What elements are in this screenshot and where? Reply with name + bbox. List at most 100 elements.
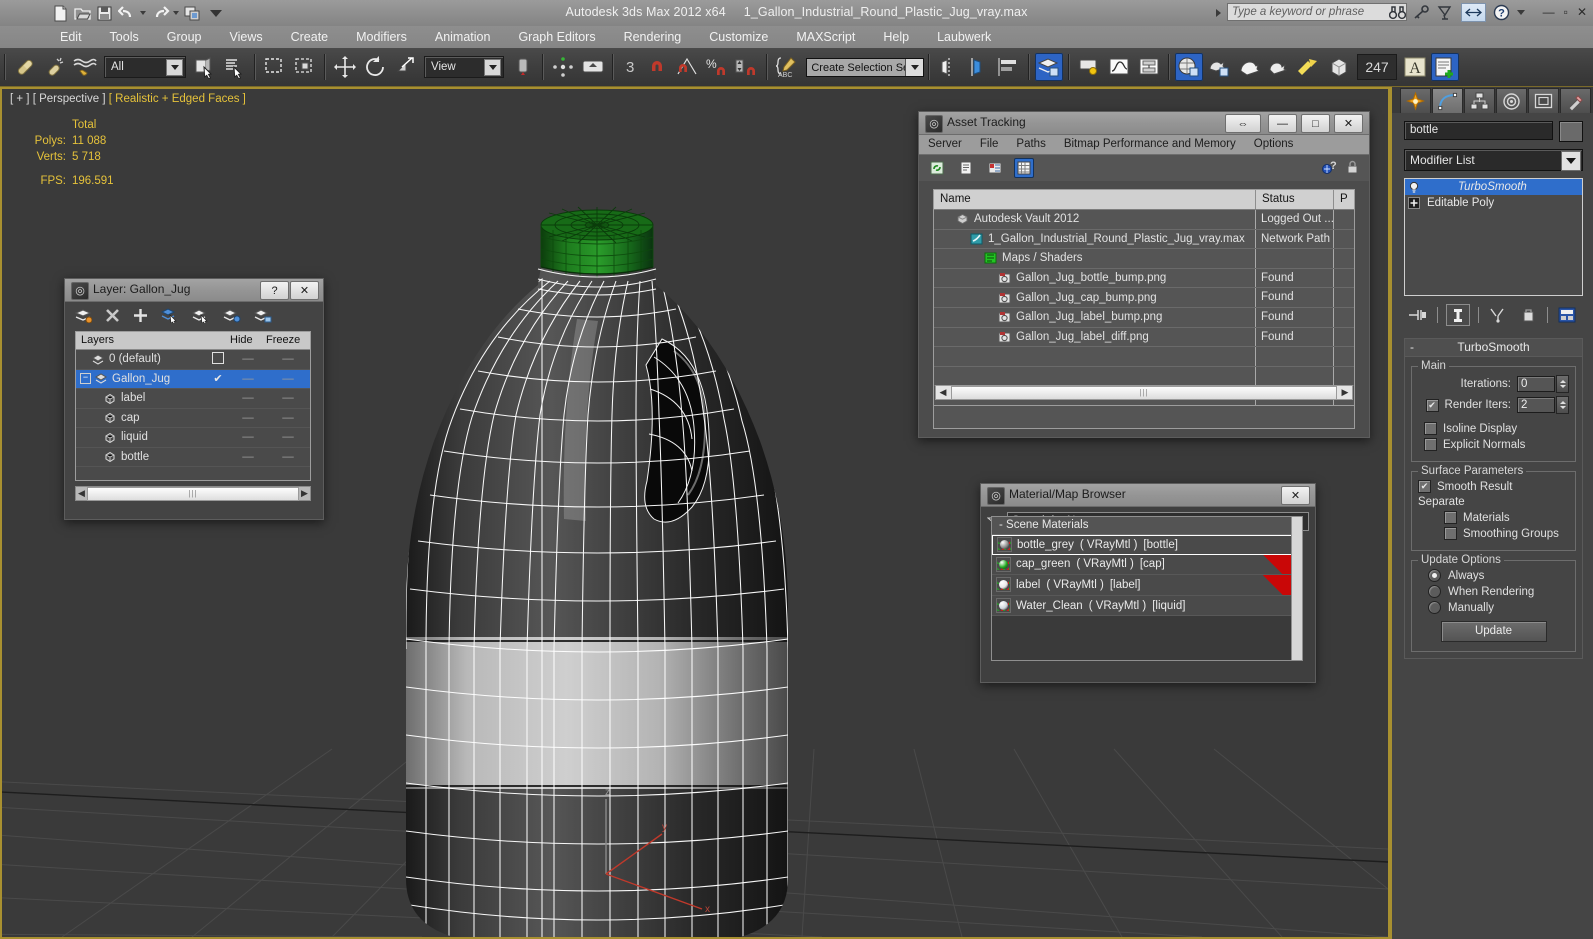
asset-row[interactable]: Autodesk Vault 2012 Logged Out ... xyxy=(934,210,1354,230)
asset-menu-file[interactable]: File xyxy=(971,135,1008,154)
list-view-icon[interactable] xyxy=(956,158,976,178)
smooth-result-row[interactable]: Smooth Result xyxy=(1418,480,1569,493)
iterations-value[interactable]: 0 xyxy=(1517,376,1555,392)
maximize-button[interactable]: ▫ xyxy=(1564,5,1568,19)
update-option-row[interactable]: Always xyxy=(1418,569,1569,582)
open-file-icon[interactable] xyxy=(74,5,91,22)
exchange-arrows-icon[interactable] xyxy=(1461,3,1486,22)
schematic-view-icon[interactable] xyxy=(1135,53,1163,81)
key-icon[interactable] xyxy=(1413,5,1430,20)
scroll-thumb[interactable]: ||| xyxy=(951,385,1337,400)
select-highlighted-objects-icon[interactable] xyxy=(192,308,210,323)
rectangular-selection-region-icon[interactable] xyxy=(261,53,289,81)
viewport-label-shading[interactable]: [ Realistic + Edged Faces ] xyxy=(109,93,246,105)
material-item[interactable]: Water_Clean ( VRayMtl ) [liquid] xyxy=(992,595,1293,617)
edit-named-selection-sets-icon[interactable]: ABC xyxy=(773,53,801,81)
menu-item-maxscript[interactable]: MAXScript xyxy=(782,26,869,48)
update-option-row[interactable]: When Rendering xyxy=(1418,585,1569,598)
reference-coordinate-system-combo[interactable]: View xyxy=(424,56,504,78)
select-and-scale-icon[interactable] xyxy=(391,53,419,81)
layer-active-marker[interactable]: ✔ xyxy=(206,372,230,385)
render-iters-spinner[interactable] xyxy=(1556,396,1569,414)
asset-menu-paths[interactable]: Paths xyxy=(1007,135,1054,154)
scroll-left-icon[interactable]: ◀ xyxy=(936,387,950,398)
scroll-thumb[interactable]: ||| xyxy=(87,486,299,501)
create-tab-icon[interactable] xyxy=(1400,88,1431,113)
redo-dropdown-icon[interactable] xyxy=(173,11,179,15)
curve-editor-icon[interactable] xyxy=(1105,53,1133,81)
layer-freeze-cell[interactable]: — xyxy=(266,412,310,424)
asset-tracking-minimize-button[interactable]: — xyxy=(1268,114,1297,133)
hierarchy-tab-icon[interactable] xyxy=(1464,88,1495,113)
scroll-right-icon[interactable]: ▶ xyxy=(1338,387,1352,398)
select-and-link-icon[interactable] xyxy=(11,53,39,81)
update-button[interactable]: Update xyxy=(1440,621,1547,642)
make-unique-icon[interactable] xyxy=(1487,305,1509,325)
layer-hide-cell[interactable]: — xyxy=(230,451,266,463)
search-binoculars-icon[interactable] xyxy=(1389,5,1406,20)
pin-stack-icon[interactable] xyxy=(1407,305,1429,325)
menu-item-group[interactable]: Group xyxy=(153,26,216,48)
update-option-radio[interactable] xyxy=(1428,569,1441,582)
menu-item-views[interactable]: Views xyxy=(215,26,276,48)
scroll-left-icon[interactable]: ◀ xyxy=(76,488,87,499)
help-dropdown-icon[interactable] xyxy=(1517,10,1525,15)
viewport-label-nav[interactable]: [ + ] [ Perspective ] xyxy=(10,93,106,105)
explicit-normals-row[interactable]: Explicit Normals xyxy=(1418,438,1569,451)
named-selection-set-combo[interactable]: Create Selection Se xyxy=(806,57,925,77)
activeshade-box-icon[interactable] xyxy=(1325,53,1353,81)
bind-to-space-warp-icon[interactable] xyxy=(71,53,99,81)
modifier-stack[interactable]: TurboSmooth Editable Poly xyxy=(1404,178,1583,296)
menu-item-create[interactable]: Create xyxy=(277,26,343,48)
isoline-display-checkbox[interactable] xyxy=(1424,422,1437,435)
layer-freeze-cell[interactable]: — xyxy=(266,353,310,365)
render-production-icon[interactable] xyxy=(1265,53,1293,81)
menu-item-graph-editors[interactable]: Graph Editors xyxy=(504,26,609,48)
turbosmooth-rollout-header[interactable]: - TurboSmooth xyxy=(1405,339,1582,357)
render-iters-checkbox[interactable] xyxy=(1425,398,1439,412)
chevron-down-icon[interactable] xyxy=(166,59,183,76)
asset-tracking-close-button[interactable]: ✕ xyxy=(1334,114,1363,133)
add-selection-to-layer-icon[interactable] xyxy=(133,308,148,323)
menu-item-tools[interactable]: Tools xyxy=(96,26,153,48)
menu-item-animation[interactable]: Animation xyxy=(421,26,505,48)
layer-row[interactable]: cap — — xyxy=(76,409,310,428)
select-object-icon[interactable] xyxy=(191,53,219,81)
layer-freeze-cell[interactable]: — xyxy=(266,451,310,463)
asset-row[interactable] xyxy=(934,366,1354,387)
undo-icon[interactable] xyxy=(118,5,135,22)
render-setup-icon[interactable] xyxy=(1205,53,1233,81)
asset-row[interactable]: Gallon_Jug_bottle_bump.png Found xyxy=(934,268,1354,289)
hide-unhide-layer-icon[interactable] xyxy=(254,308,272,323)
material-browser-close-button[interactable]: ✕ xyxy=(1281,486,1310,505)
menu-item-rendering[interactable]: Rendering xyxy=(610,26,696,48)
chevron-down-icon[interactable] xyxy=(905,58,924,76)
select-and-move-icon[interactable] xyxy=(331,53,359,81)
object-name-input[interactable]: bottle xyxy=(1404,121,1553,140)
asset-tracking-resize-button[interactable]: ⇔ xyxy=(1225,114,1261,133)
scroll-right-icon[interactable]: ▶ xyxy=(299,488,310,499)
window-crossing-toggle-icon[interactable] xyxy=(291,53,319,81)
align-objects-icon[interactable] xyxy=(995,53,1023,81)
grid-view-icon[interactable] xyxy=(1014,158,1034,178)
percent-snap-toggle-icon[interactable]: % xyxy=(703,53,731,81)
explicit-normals-checkbox[interactable] xyxy=(1424,438,1437,451)
display-tab-icon[interactable] xyxy=(1528,88,1559,113)
motion-tab-icon[interactable] xyxy=(1496,88,1527,113)
layer-row[interactable]: label — — xyxy=(76,389,310,409)
material-item[interactable]: label ( VRayMtl ) [label] xyxy=(992,575,1293,596)
command-panel[interactable]: bottle Modifier List TurboSmooth Editable… xyxy=(1390,87,1593,939)
scene-materials-group[interactable]: - Scene Materials xyxy=(992,517,1293,535)
highlight-selected-objects-icon[interactable] xyxy=(223,308,241,323)
modifier-stack-row[interactable]: TurboSmooth xyxy=(1405,179,1582,195)
create-new-layer-icon[interactable] xyxy=(75,308,92,323)
select-and-rotate-icon[interactable] xyxy=(361,53,389,81)
layer-dialog-help-button[interactable]: ? xyxy=(260,281,289,300)
asset-tracking-maximize-button[interactable]: □ xyxy=(1301,114,1330,133)
rollout-collapse-icon[interactable]: - xyxy=(1410,339,1414,356)
material-item[interactable]: bottle_grey ( VRayMtl ) [bottle] xyxy=(992,535,1293,555)
render-iterative-icon[interactable] xyxy=(1295,53,1323,81)
asset-menu-bitmap-performance-and-memory[interactable]: Bitmap Performance and Memory xyxy=(1055,135,1245,154)
configure-modifier-sets-icon[interactable] xyxy=(1556,305,1578,325)
update-option-radio[interactable] xyxy=(1428,601,1441,614)
